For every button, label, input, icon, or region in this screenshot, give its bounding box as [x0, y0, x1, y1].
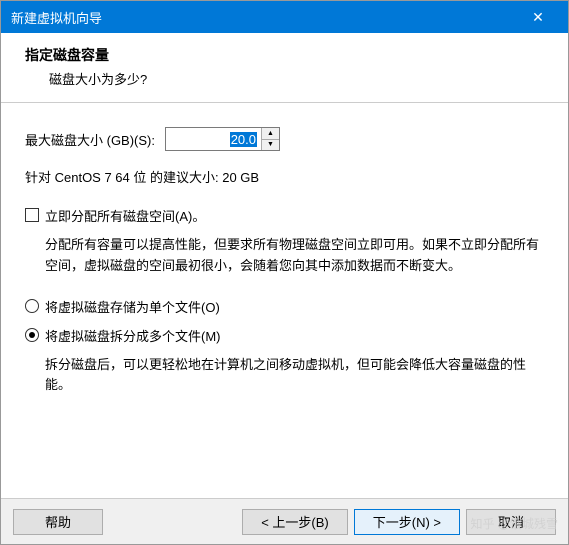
page-subtitle: 磁盘大小为多少?: [49, 69, 544, 88]
back-button[interactable]: < 上一步(B): [242, 509, 348, 535]
split-files-radio-row: 将虚拟磁盘拆分成多个文件(M): [25, 326, 544, 345]
spinner-up-icon[interactable]: ▲: [262, 128, 279, 140]
allocate-now-checkbox-row: 立即分配所有磁盘空间(A)。: [25, 206, 544, 225]
spinner-down-icon[interactable]: ▼: [262, 140, 279, 151]
disk-size-input[interactable]: 20.0: [166, 128, 261, 150]
single-file-label: 将虚拟磁盘存储为单个文件(O): [45, 297, 220, 316]
allocate-now-label: 立即分配所有磁盘空间(A)。: [45, 206, 205, 225]
cancel-button[interactable]: 取消: [466, 509, 556, 535]
split-files-label: 将虚拟磁盘拆分成多个文件(M): [45, 326, 221, 345]
recommended-size-text: 针对 CentOS 7 64 位 的建议大小: 20 GB: [25, 167, 544, 186]
window-title: 新建虚拟机向导: [11, 8, 102, 27]
wizard-header: 指定磁盘容量 磁盘大小为多少?: [1, 33, 568, 103]
allocate-now-checkbox[interactable]: [25, 208, 39, 222]
wizard-footer: 帮助 < 上一步(B) 下一步(N) > 取消: [1, 498, 568, 544]
allocate-now-description: 分配所有容量可以提高性能，但要求所有物理磁盘空间立即可用。如果不立即分配所有空间…: [45, 235, 544, 277]
disk-size-row: 最大磁盘大小 (GB)(S): 20.0 ▲ ▼: [25, 127, 544, 151]
help-button[interactable]: 帮助: [13, 509, 103, 535]
titlebar: 新建虚拟机向导 ✕: [1, 1, 568, 33]
single-file-radio[interactable]: [25, 299, 39, 313]
split-files-description: 拆分磁盘后，可以更轻松地在计算机之间移动虚拟机，但可能会降低大容量磁盘的性能。: [45, 355, 544, 397]
close-icon[interactable]: ✕: [518, 1, 558, 33]
split-files-radio[interactable]: [25, 328, 39, 342]
content-area: 最大磁盘大小 (GB)(S): 20.0 ▲ ▼ 针对 CentOS 7 64 …: [1, 103, 568, 396]
page-title: 指定磁盘容量: [25, 45, 544, 65]
single-file-radio-row: 将虚拟磁盘存储为单个文件(O): [25, 297, 544, 316]
disk-size-spinner[interactable]: 20.0 ▲ ▼: [165, 127, 280, 151]
disk-size-label: 最大磁盘大小 (GB)(S):: [25, 130, 155, 149]
next-button[interactable]: 下一步(N) >: [354, 509, 460, 535]
